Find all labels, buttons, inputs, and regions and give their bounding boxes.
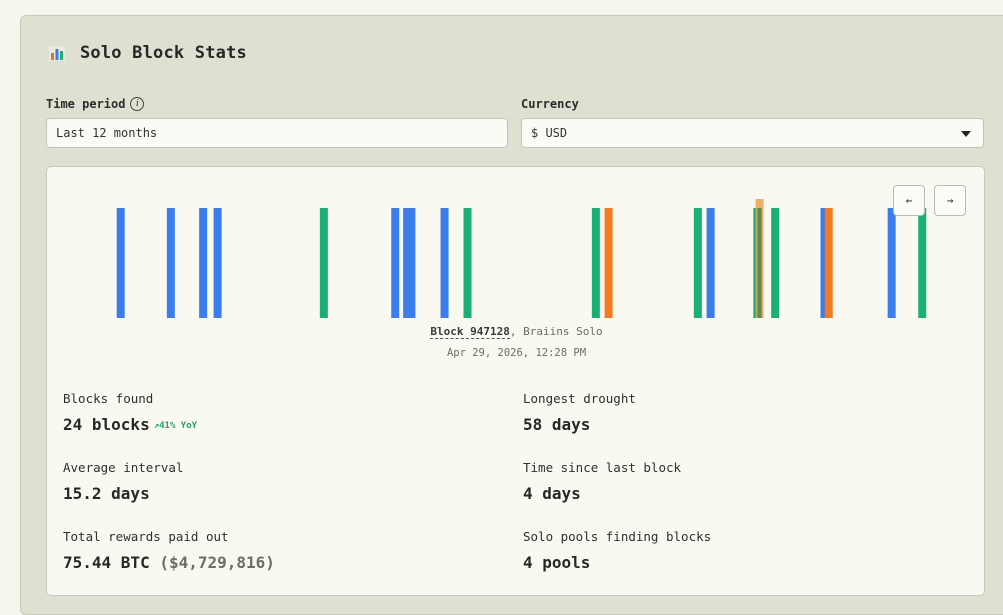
block-bar[interactable] <box>887 208 896 318</box>
block-bar[interactable] <box>604 208 613 318</box>
title-row: Solo Block Stats <box>48 43 247 63</box>
block-bar[interactable] <box>199 208 208 318</box>
block-bar[interactable] <box>824 208 833 318</box>
stat-label: Average interval <box>63 460 184 475</box>
rewards-usd: ($4,729,816) <box>159 553 275 572</box>
stat-label: Time since last block <box>523 460 682 475</box>
blocks-found-value: 24 blocks <box>63 415 150 434</box>
block-bar[interactable] <box>918 208 927 318</box>
selected-block-datetime: Apr 29, 2026, 12:28 PM <box>446 347 587 359</box>
stat-label: Total rewards paid out <box>63 529 229 544</box>
stat-solo-pools: Solo pools finding blocks 4 pools <box>523 529 711 572</box>
stat-label: Blocks found <box>63 391 154 406</box>
arrow-left-icon: ← <box>905 194 913 207</box>
block-bar[interactable] <box>693 208 702 318</box>
stat-longest-drought: Longest drought 58 days <box>523 391 636 434</box>
stat-blocks-found: Blocks found 24 blocks ↗41% YoY <box>63 391 197 434</box>
yoy-badge: ↗41% YoY <box>153 421 198 431</box>
currency-select[interactable]: $ USD <box>521 118 984 148</box>
stat-label: Solo pools finding blocks <box>523 529 712 544</box>
block-timeline-panel: ← → Block 947128, Braiins Solo Apr 29, 2… <box>46 166 985 596</box>
stat-value: 15.2 days <box>63 484 150 503</box>
block-pool: , Braiins Solo <box>509 325 603 338</box>
chevron-down-icon <box>961 131 971 137</box>
selected-block-caption: Block 947128, Braiins Solo <box>47 325 986 339</box>
block-bar[interactable] <box>440 208 449 318</box>
time-period-label: Time period i <box>46 97 145 111</box>
stat-value: 58 days <box>523 415 591 434</box>
block-bar[interactable] <box>757 208 762 318</box>
arrow-right-icon: → <box>946 194 954 207</box>
rewards-btc: 75.44 BTC <box>63 553 150 572</box>
stat-value: 4 pools <box>523 553 591 572</box>
prev-block-button[interactable]: ← <box>893 185 925 216</box>
stat-average-interval: Average interval 15.2 days <box>63 460 183 503</box>
block-bar[interactable] <box>771 208 780 318</box>
block-bar[interactable] <box>166 208 175 318</box>
stat-label: Longest drought <box>523 391 636 406</box>
page-title: Solo Block Stats <box>80 43 247 63</box>
time-period-value: Last 12 months <box>56 126 158 140</box>
block-bar[interactable] <box>591 208 600 318</box>
time-period-label-text: Time period <box>46 97 126 111</box>
stat-time-since-last-block: Time since last block 4 days <box>523 460 681 503</box>
currency-label-text: Currency <box>521 97 579 111</box>
block-bar[interactable] <box>391 208 400 318</box>
bar-chart-icon <box>49 46 65 61</box>
stat-value: 75.44 BTC ($4,729,816) <box>63 553 275 572</box>
block-bar[interactable] <box>463 208 472 318</box>
block-bar[interactable] <box>116 208 125 318</box>
block-bar[interactable] <box>407 208 416 318</box>
stat-value: 4 days <box>523 484 581 503</box>
block-bar[interactable] <box>319 208 328 318</box>
time-period-input[interactable]: Last 12 months <box>46 118 508 148</box>
solo-block-stats-card: Solo Block Stats Time period i Last 12 m… <box>20 15 1003 615</box>
stat-value: 24 blocks ↗41% YoY <box>63 415 197 434</box>
block-timeline-chart <box>116 199 927 318</box>
block-bar[interactable] <box>213 208 222 318</box>
currency-value: $ USD <box>531 126 568 140</box>
stat-total-rewards: Total rewards paid out 75.44 BTC ($4,729… <box>63 529 275 572</box>
info-icon[interactable]: i <box>130 97 145 111</box>
block-bar[interactable] <box>706 208 715 318</box>
block-link[interactable]: Block 947128 <box>430 325 510 339</box>
currency-label: Currency <box>521 97 579 111</box>
next-block-button[interactable]: → <box>934 185 966 216</box>
